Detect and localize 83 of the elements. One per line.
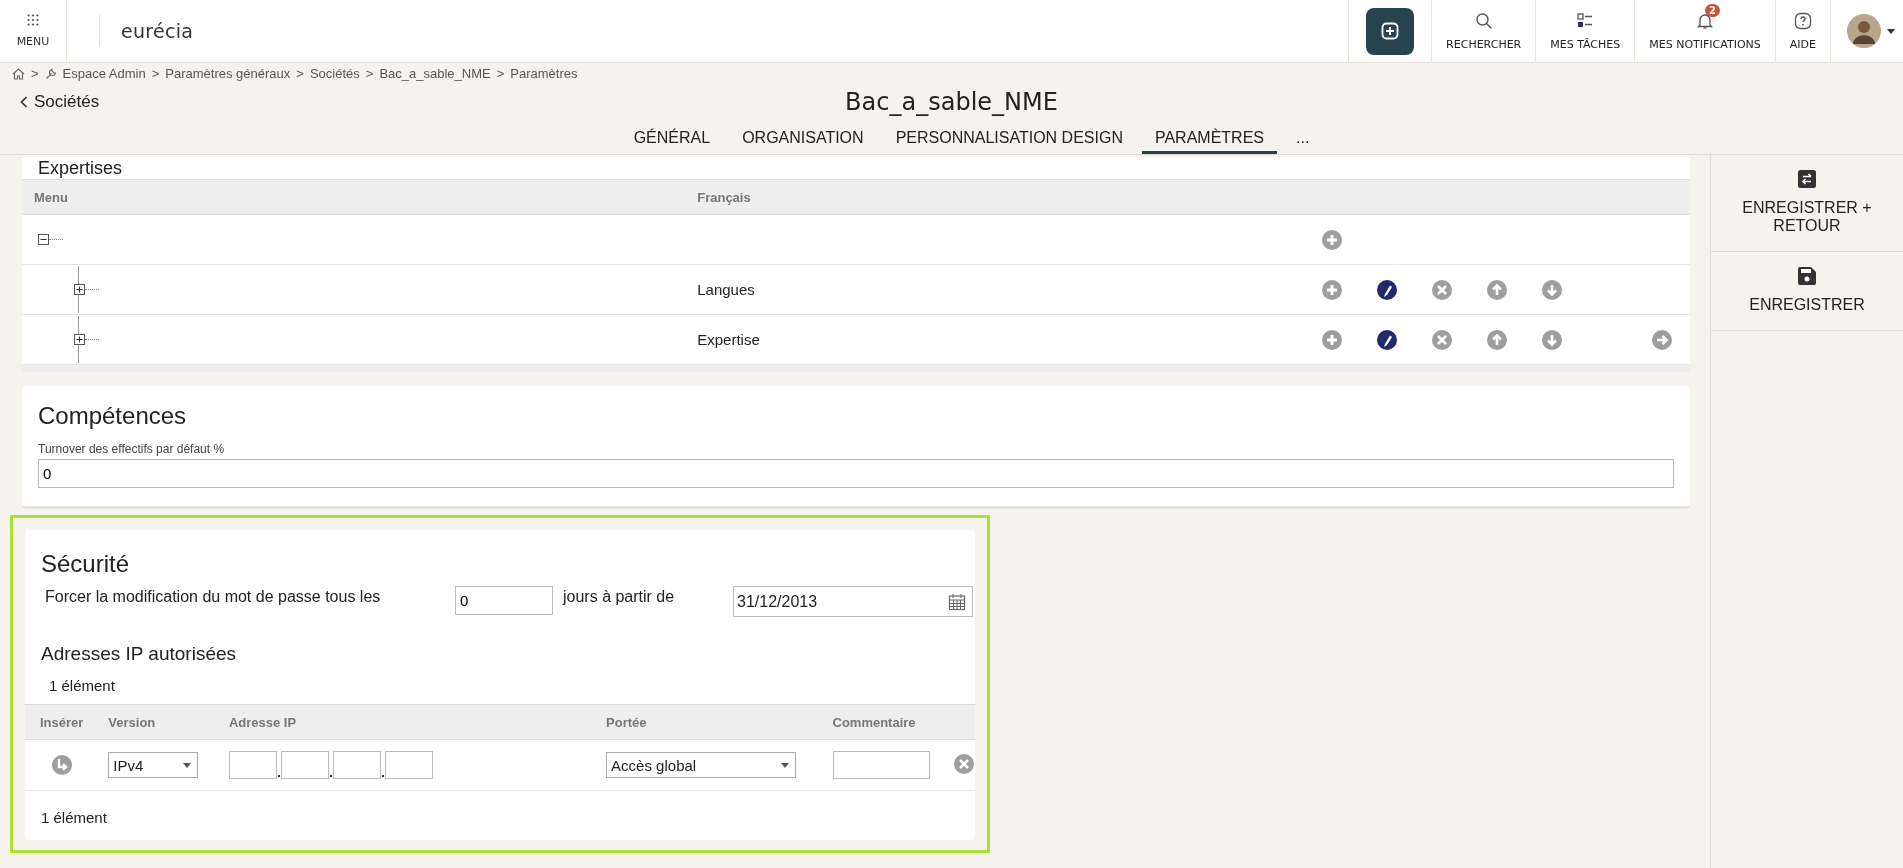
section-title: Sécurité (40, 550, 131, 578)
breadcrumb-link[interactable]: Bac_a_sable_NME (379, 66, 491, 81)
ip-octet-field[interactable] (332, 751, 381, 779)
avatar[interactable] (1847, 14, 1881, 48)
save-and-return-button[interactable]: ENREGISTRER + RETOUR (1711, 155, 1903, 252)
version-select[interactable]: IPv4 (108, 752, 199, 778)
expand-icon[interactable] (74, 334, 85, 345)
breadcrumb-link[interactable]: Paramètres (510, 66, 578, 81)
create-button[interactable] (1366, 7, 1415, 55)
item-count: 1 élément (41, 809, 108, 826)
tab[interactable]: PERSONNALISATION DESIGN (882, 129, 1136, 154)
delete-icon[interactable] (1431, 279, 1452, 300)
caret-icon[interactable] (1887, 28, 1895, 34)
table-cell: Langues (697, 281, 755, 298)
ip-octet-field[interactable] (280, 751, 329, 779)
expand-icon[interactable] (74, 284, 85, 295)
breadcrumb-separator: > (496, 66, 505, 81)
wrench-icon (44, 67, 57, 80)
delete-icon[interactable] (1431, 329, 1452, 350)
ip-octet-field[interactable] (228, 751, 277, 779)
scope-select[interactable]: Accès global (606, 752, 797, 778)
grid-icon[interactable] (27, 14, 39, 26)
move-down-icon[interactable] (1541, 279, 1562, 300)
turnover-field[interactable]: 0 (38, 459, 1674, 488)
menu-button[interactable]: MENU (0, 0, 66, 62)
home-icon[interactable] (12, 67, 25, 80)
comment-field[interactable] (832, 751, 930, 779)
tab[interactable]: ORGANISATION (729, 129, 877, 154)
tab[interactable]: PARAMÈTRES (1141, 129, 1277, 154)
column-header: Insérer (25, 704, 99, 740)
date-field[interactable]: 31/12/2013 (733, 586, 973, 617)
notifications-button[interactable]: 2 MES NOTIFICATIONS (1635, 0, 1776, 62)
subsection-title: Adresses IP autorisées (41, 643, 238, 665)
table-cell: Expertise (697, 331, 760, 348)
search-icon[interactable] (1474, 11, 1493, 30)
move-up-icon[interactable] (1486, 329, 1507, 350)
breadcrumb-separator: > (31, 66, 39, 81)
breadcrumb-separator: > (296, 66, 304, 81)
collapse-icon[interactable] (38, 234, 49, 245)
move-down-icon[interactable] (1541, 329, 1562, 350)
breadcrumb-link[interactable]: Paramètres généraux (165, 66, 291, 81)
back-link[interactable]: Sociétés (20, 92, 100, 112)
column-header: Français (696, 179, 1303, 215)
item-count: 1 élément (49, 677, 116, 694)
delete-icon[interactable] (954, 753, 974, 774)
tasks-button[interactable]: MES TÂCHES (1536, 0, 1636, 62)
insert-icon[interactable] (51, 755, 72, 775)
section-title: Expertises (37, 157, 124, 179)
ip-octet-field[interactable] (384, 751, 433, 779)
save-return-icon[interactable] (1797, 169, 1817, 189)
tab[interactable]: GÉNÉRAL (620, 129, 724, 154)
tab[interactable]: ... (1283, 129, 1323, 154)
field-label: jours à partir de (563, 588, 676, 606)
arrow-right-icon[interactable] (1651, 329, 1672, 350)
page-title: Bac_a_sable_NME (845, 88, 1058, 116)
column-header: Commentaire (822, 704, 953, 740)
caret-icon[interactable] (183, 762, 192, 768)
edit-icon[interactable] (1376, 329, 1397, 350)
field-label: Turnover des effectifs par défaut % (38, 442, 226, 456)
column-header: Adresse IP (218, 704, 597, 740)
help-button[interactable]: AIDE (1775, 0, 1831, 62)
breadcrumb-separator: > (151, 66, 160, 81)
calendar-icon[interactable] (948, 592, 966, 611)
move-up-icon[interactable] (1486, 279, 1507, 300)
logo: eurécia (121, 20, 194, 42)
column-header: Version (98, 704, 219, 740)
add-icon[interactable] (1381, 22, 1400, 40)
breadcrumb-separator: > (365, 66, 374, 81)
caret-icon[interactable] (781, 762, 790, 768)
breadcrumb-link[interactable]: Sociétés (309, 66, 360, 81)
section-title: Compétences (38, 402, 188, 430)
search-button[interactable]: RECHERCHER (1432, 0, 1537, 62)
days-field[interactable]: 0 (455, 586, 553, 615)
field-label: Forcer la modification du mot de passe tous les (45, 588, 382, 606)
save-button[interactable]: ENREGISTRER (1711, 252, 1903, 331)
chevron-left-icon[interactable] (20, 96, 28, 108)
edit-icon[interactable] (1376, 279, 1397, 300)
notification-badge: 2 (1705, 3, 1720, 17)
help-icon[interactable] (1793, 11, 1812, 30)
checklist-icon[interactable] (1576, 11, 1595, 30)
column-header: Portée (596, 704, 823, 740)
column-header: Menu (22, 179, 697, 215)
breadcrumb-link[interactable]: Espace Admin (62, 66, 146, 81)
